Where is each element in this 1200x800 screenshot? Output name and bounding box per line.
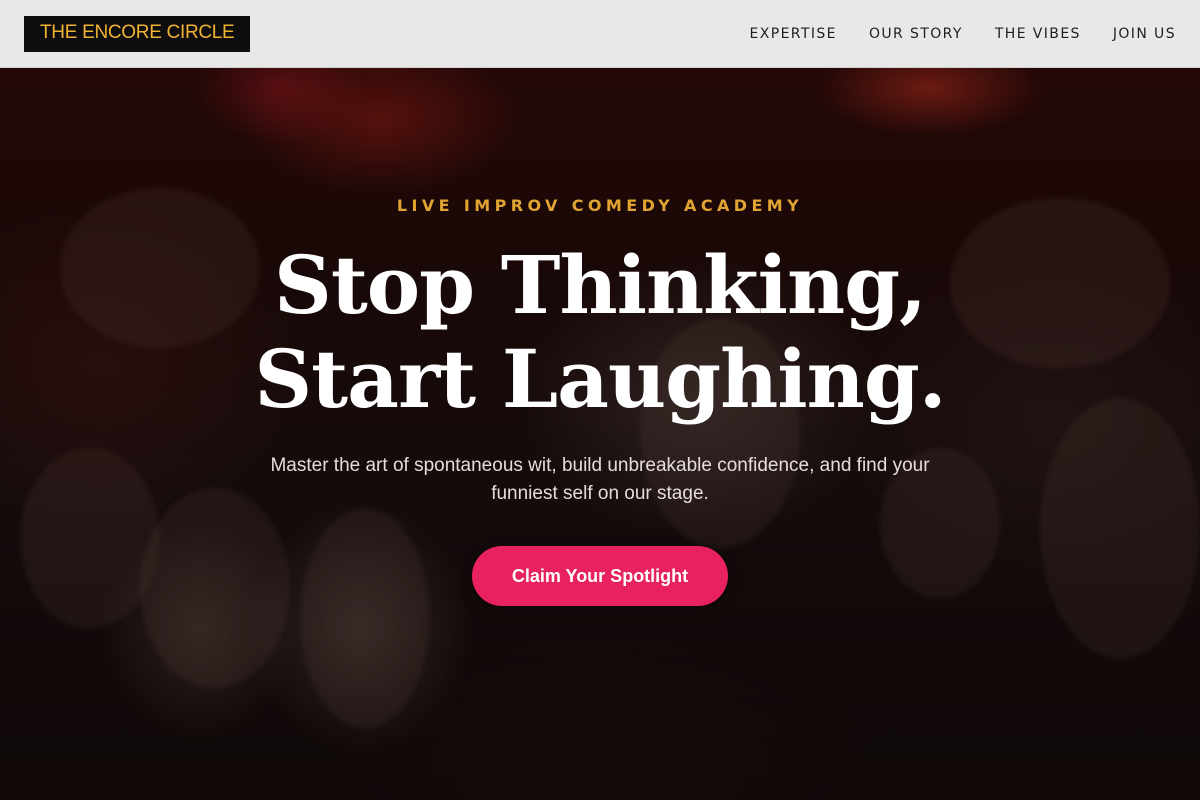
- hero-eyebrow: LIVE IMPROV COMEDY ACADEMY: [396, 196, 804, 215]
- nav-link-the-vibes[interactable]: THE VIBES: [995, 26, 1081, 42]
- hero-overlay: [0, 68, 1200, 800]
- brand-logo[interactable]: THE ENCORE CIRCLE: [24, 15, 251, 52]
- site-header: THE ENCORE CIRCLE EXPERTISE OUR STORY TH…: [0, 0, 1200, 68]
- hero-headline-line2: Start Laughing.: [254, 332, 946, 426]
- hero-section: LIVE IMPROV COMEDY ACADEMY Stop Thinking…: [0, 68, 1200, 800]
- hero-subtext: Master the art of spontaneous wit, build…: [270, 455, 930, 504]
- nav-link-expertise[interactable]: EXPERTISE: [749, 26, 836, 42]
- nav-link-our-story[interactable]: OUR STORY: [869, 26, 963, 42]
- main-nav: EXPERTISE OUR STORY THE VIBES JOIN US: [717, 26, 1176, 42]
- landing-page: THE ENCORE CIRCLE EXPERTISE OUR STORY TH…: [0, 0, 1200, 800]
- hero-headline-line1: Stop Thinking,: [274, 238, 927, 332]
- claim-spotlight-button[interactable]: Claim Your Spotlight: [472, 546, 728, 606]
- nav-link-join-us[interactable]: JOIN US: [1113, 26, 1176, 42]
- hero-headline: Stop Thinking, Start Laughing.: [0, 238, 1200, 426]
